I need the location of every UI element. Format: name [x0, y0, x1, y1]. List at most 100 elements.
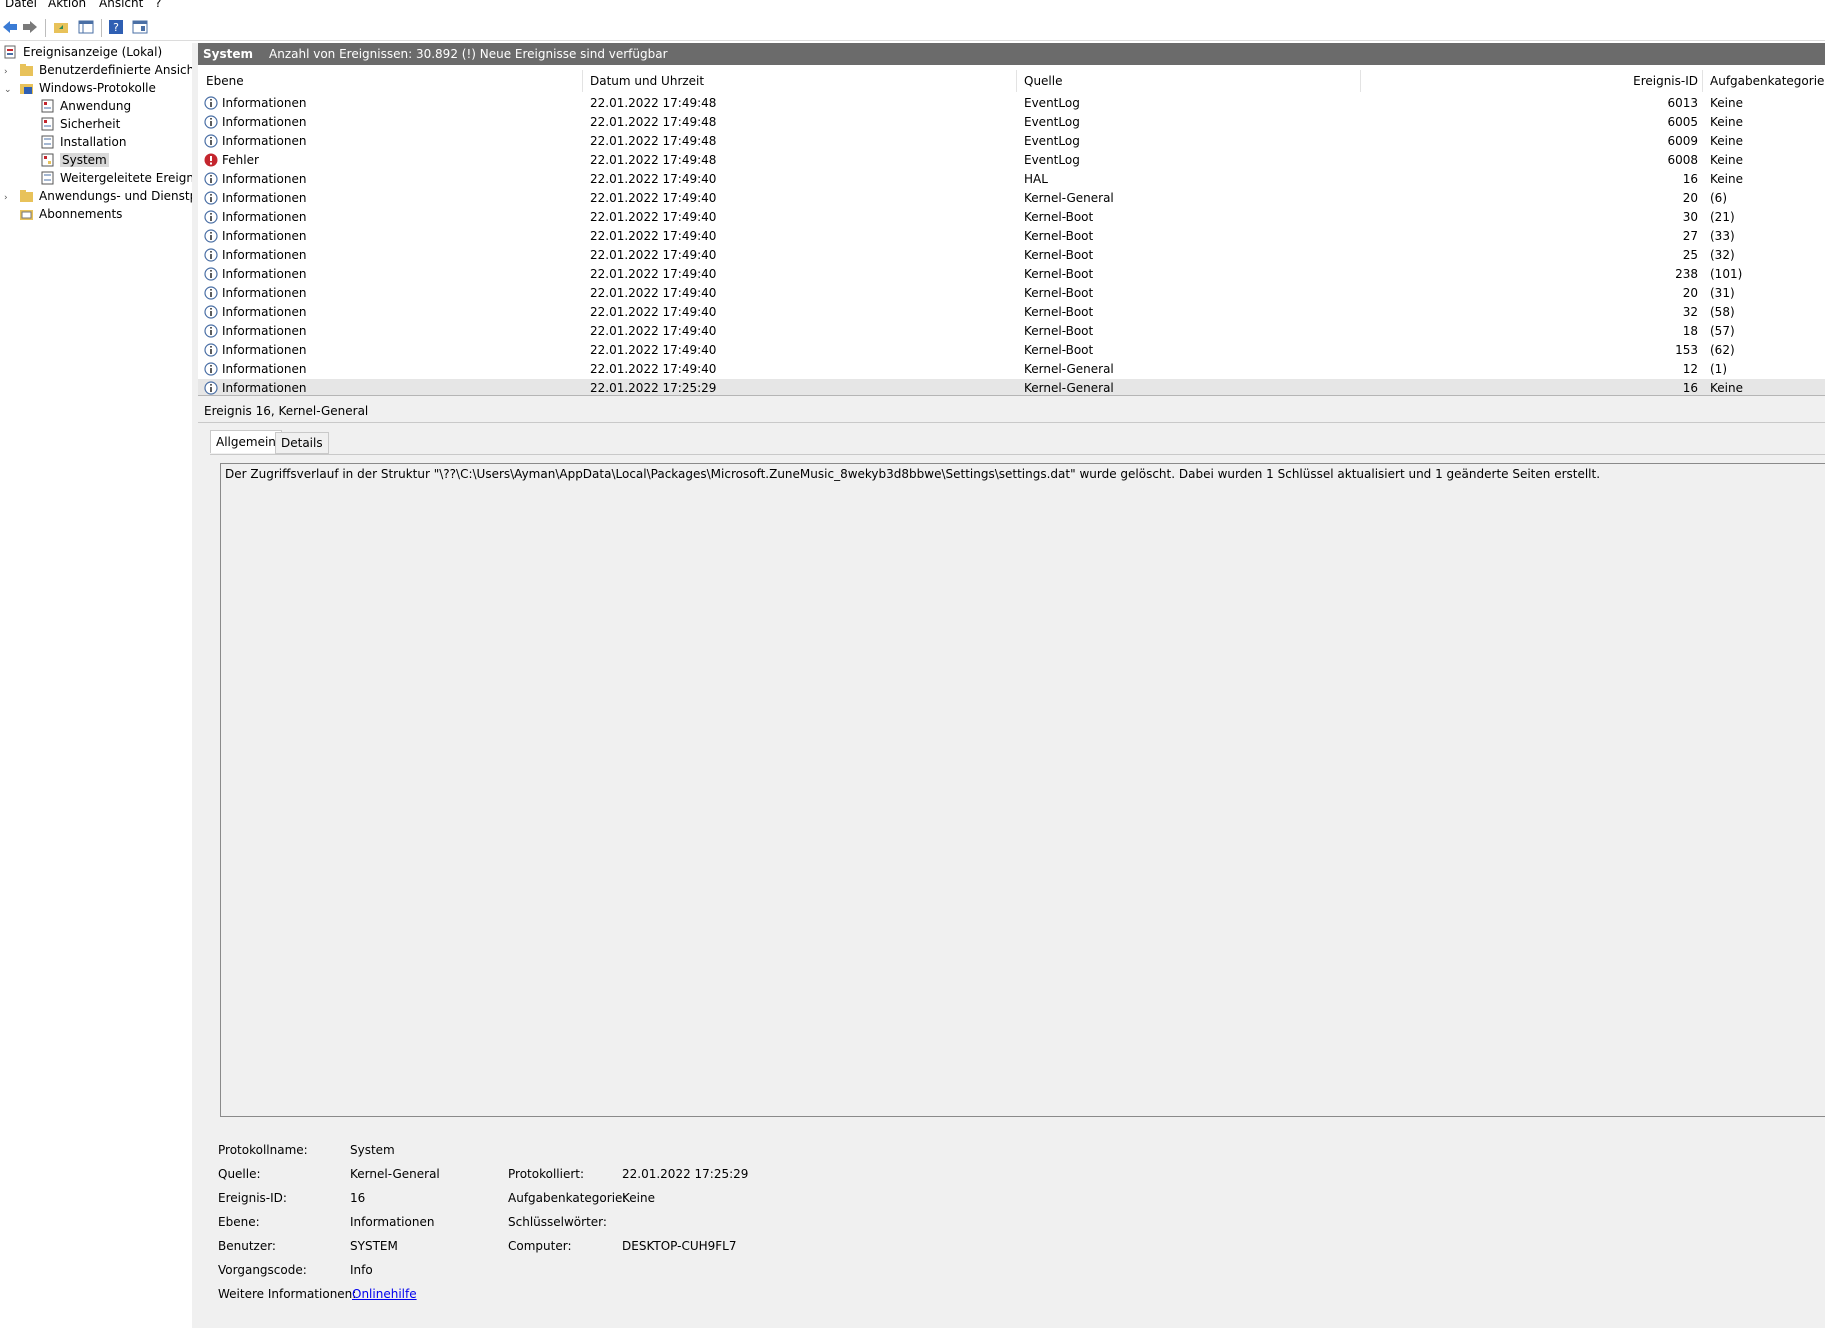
column-header-ebene[interactable]: Ebene	[206, 74, 244, 88]
log-icon	[41, 117, 54, 131]
table-row[interactable]: Informationen 22.01.2022 17:49:40 Kernel-B…	[198, 303, 1825, 322]
chevron-right-icon[interactable]: ›	[4, 67, 12, 77]
table-row[interactable]: Informationen 22.01.2022 17:49:40 Kernel-B…	[198, 322, 1825, 341]
properties-icon[interactable]	[130, 17, 150, 37]
tree-app-services[interactable]: Anwendungs- und Dienstprotokolle	[19, 187, 192, 205]
tab-details[interactable]: Details	[275, 432, 329, 454]
table-row[interactable]: Informationen 22.01.2022 17:49:40 Kernel-B…	[198, 208, 1825, 227]
event-count: Anzahl von Ereignissen: 30.892 (!) Neue …	[269, 47, 668, 61]
cell-level: Informationen	[222, 115, 307, 129]
table-row[interactable]: Fehler 22.01.2022 17:49:48 EventLog 6008 Kei…	[198, 151, 1825, 170]
column-header-datum[interactable]: Datum und Uhrzeit	[590, 74, 704, 88]
general-tab-content: Der Zugriffsverlauf in der Struktur "\??…	[210, 454, 1825, 1325]
cell-date: 22.01.2022 17:49:40	[590, 191, 717, 205]
table-row[interactable]: Informationen 22.01.2022 17:49:48 EventLog…	[198, 132, 1825, 151]
cell-level: Informationen	[222, 305, 307, 319]
log-icon	[41, 153, 54, 167]
table-row[interactable]: Informationen 22.01.2022 17:49:40 Kernel-B…	[198, 246, 1825, 265]
forward-arrow-icon[interactable]	[20, 17, 40, 37]
table-row[interactable]: Informationen 22.01.2022 17:49:40 Kernel-B…	[198, 284, 1825, 303]
column-header-ereignis-id[interactable]: Ereignis-ID	[1578, 74, 1698, 88]
column-separator[interactable]	[1016, 70, 1017, 92]
event-message-box[interactable]: Der Zugriffsverlauf in der Struktur "\??…	[220, 463, 1825, 1117]
info-icon	[204, 96, 218, 110]
cell-date: 22.01.2022 17:49:40	[590, 286, 717, 300]
table-row[interactable]: Informationen 22.01.2022 17:49:48 EventLog…	[198, 94, 1825, 113]
column-separator[interactable]	[582, 70, 583, 92]
table-row[interactable]: Informationen 22.01.2022 17:49:40 Kernel-G…	[198, 360, 1825, 379]
cell-source: Kernel-Boot	[1024, 305, 1094, 319]
tab-allgemein[interactable]: Allgemein	[210, 430, 282, 453]
cell-level: Informationen	[222, 134, 307, 148]
show-hide-tree-icon[interactable]	[76, 17, 96, 37]
value-log-name: System	[350, 1143, 395, 1157]
tree-log-sicherheit[interactable]: Sicherheit	[40, 115, 120, 133]
table-row[interactable]: Informationen 22.01.2022 17:25:29 Kernel-G…	[198, 379, 1825, 395]
menu-aktion[interactable]: Aktion	[48, 0, 86, 10]
info-icon	[204, 172, 218, 186]
cell-event-id: 32	[1682, 305, 1698, 319]
tree-root-label: Ereignisanzeige (Lokal)	[23, 45, 163, 59]
main-pane: System Anzahl von Ereignissen: 30.892 (!…	[198, 43, 1825, 1328]
tree-subscriptions[interactable]: Abonnements	[19, 205, 122, 223]
cell-category: Keine	[1710, 172, 1743, 186]
info-icon	[204, 324, 218, 338]
cell-event-id: 20	[1682, 286, 1698, 300]
label-logged: Protokolliert:	[508, 1167, 585, 1181]
back-arrow-icon[interactable]	[0, 17, 20, 37]
info-icon	[204, 229, 218, 243]
chevron-right-icon[interactable]: ›	[4, 193, 12, 203]
table-row[interactable]: Informationen 22.01.2022 17:49:40 Kernel-G…	[198, 189, 1825, 208]
menu-ansicht[interactable]: Ansicht	[99, 0, 143, 10]
chevron-down-icon[interactable]: ⌄	[4, 85, 12, 95]
label-task-category: Aufgabenkategorie:	[508, 1191, 627, 1205]
column-separator[interactable]	[1702, 70, 1703, 92]
svg-text:?: ?	[113, 21, 119, 34]
cell-date: 22.01.2022 17:49:48	[590, 134, 717, 148]
table-row[interactable]: Informationen 22.01.2022 17:49:48 EventLog…	[198, 113, 1825, 132]
label-computer: Computer:	[508, 1239, 572, 1253]
folder-up-icon[interactable]	[51, 17, 71, 37]
help-icon[interactable]: ?	[106, 17, 126, 37]
cell-source: EventLog	[1024, 115, 1080, 129]
table-row[interactable]: Informationen 22.01.2022 17:49:40 Kernel-B…	[198, 341, 1825, 360]
subscriptions-icon	[20, 210, 33, 220]
column-separator[interactable]	[1360, 70, 1361, 92]
cell-category: Keine	[1710, 134, 1743, 148]
info-icon	[204, 248, 218, 262]
table-row[interactable]: Informationen 22.01.2022 17:49:40 HAL 16 Kei…	[198, 170, 1825, 189]
cell-level: Informationen	[222, 96, 307, 110]
cell-category: Keine	[1710, 96, 1743, 110]
table-row[interactable]: Informationen 22.01.2022 17:49:40 Kernel-B…	[198, 265, 1825, 284]
cell-category: (62)	[1710, 343, 1735, 357]
tree-log-system[interactable]: System	[40, 151, 109, 169]
tree-log-installation[interactable]: Installation	[40, 133, 126, 151]
cell-source: Kernel-Boot	[1024, 229, 1094, 243]
cell-date: 22.01.2022 17:49:40	[590, 305, 717, 319]
tree-custom-views[interactable]: Benutzerdefinierte Ansichten	[19, 61, 192, 79]
value-computer: DESKTOP-CUH9FL7	[622, 1239, 737, 1253]
info-icon	[204, 305, 218, 319]
navigation-tree: Ereignisanzeige (Lokal) › Benutzerdefini…	[0, 43, 193, 1328]
menu-help[interactable]: ?	[155, 0, 161, 10]
event-viewer-icon	[4, 45, 16, 59]
cell-level: Informationen	[222, 286, 307, 300]
column-header-aufgabenkategorie[interactable]: Aufgabenkategorie	[1710, 74, 1824, 88]
tree-log-forwarded[interactable]: Weitergeleitete Ereignisse	[40, 169, 192, 187]
online-help-link[interactable]: Onlinehilfe	[352, 1287, 417, 1301]
label-opcode: Vorgangscode:	[218, 1263, 307, 1277]
info-icon	[204, 286, 218, 300]
toolbar-separator	[101, 19, 102, 37]
table-row[interactable]: Informationen 22.01.2022 17:49:40 Kernel-B…	[198, 227, 1825, 246]
cell-event-id: 20	[1682, 191, 1698, 205]
cell-level: Informationen	[222, 324, 307, 338]
log-icon	[41, 135, 54, 149]
menu-datei[interactable]: Datei	[5, 0, 37, 10]
tree-log-anwendung[interactable]: Anwendung	[40, 97, 131, 115]
column-header-quelle[interactable]: Quelle	[1024, 74, 1062, 88]
tree-root[interactable]: Ereignisanzeige (Lokal)	[3, 43, 162, 61]
toolbar: ?	[0, 14, 1825, 41]
cell-source: Kernel-Boot	[1024, 248, 1094, 262]
cell-source: EventLog	[1024, 96, 1080, 110]
tree-windows-logs[interactable]: Windows-Protokolle	[19, 79, 156, 97]
